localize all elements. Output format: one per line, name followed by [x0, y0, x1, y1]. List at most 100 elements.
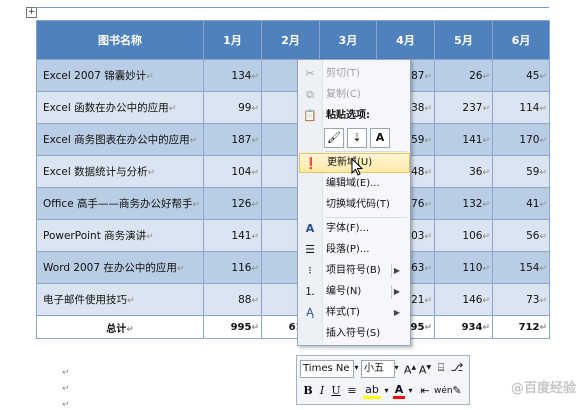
value-cell[interactable]: 132↵ — [434, 187, 493, 220]
menu-item-paragraph[interactable]: ☰ 段落(P)... — [299, 240, 408, 260]
value-cell[interactable]: 26↵ — [434, 59, 493, 92]
font-color-button[interactable]: A — [393, 383, 405, 399]
book-name-cell[interactable]: Excel 2007 锦囊妙计↵ — [36, 59, 204, 92]
highlight-icon[interactable]: ab — [363, 383, 381, 399]
font-name-dropdown-icon[interactable]: ▾ — [353, 360, 360, 376]
value-cell[interactable]: 59↵ — [492, 155, 550, 188]
table-move-handle[interactable]: + — [26, 7, 37, 18]
value-cell[interactable]: 110↵ — [434, 251, 493, 284]
header-cell: 5月 — [434, 20, 493, 60]
style-icon[interactable]: ⎇ — [450, 360, 464, 376]
numbering-icon: ⒈ — [304, 285, 316, 298]
menu-item-copy[interactable]: ⧉ 复制(C) — [299, 85, 408, 105]
value-cell[interactable]: 99↵ — [203, 91, 262, 124]
value-cell[interactable]: 56↵ — [492, 219, 550, 252]
menu-split-divider — [391, 285, 392, 299]
value-cell[interactable]: 126↵ — [203, 187, 262, 220]
paragraph-icon: ☰ — [305, 243, 315, 256]
book-name-cell[interactable]: Excel 函数在办公中的应用↵ — [36, 91, 204, 124]
font-size-dropdown-icon[interactable]: ▾ — [393, 360, 400, 376]
italic-button[interactable]: I — [316, 383, 328, 399]
paste-merge-format-button[interactable]: ⇣ — [347, 128, 367, 148]
clear-format-icon[interactable]: ✎ — [450, 383, 464, 399]
table-row: Word 2007 在办公中的应用↵ 116↵ 63↵ 110↵ 154↵ — [36, 251, 550, 284]
font-size-combo[interactable]: 小五 — [361, 360, 395, 378]
menu-item-edit-field[interactable]: 编辑域(E)... — [299, 174, 408, 194]
book-name-cell[interactable]: Word 2007 在办公中的应用↵ — [36, 251, 204, 284]
menu-item-numbering[interactable]: ⒈ 编号(N) ▶ — [299, 282, 408, 302]
clipboard-icon: 📋 — [303, 109, 317, 122]
menu-item-insert-symbol[interactable]: 插入符号(S) — [299, 324, 408, 344]
header-cell: 2月 — [261, 20, 320, 60]
menu-separator — [325, 151, 407, 152]
book-name-cell[interactable]: Excel 商务图表在办公中的应用↵ — [36, 123, 204, 156]
font-color-dropdown-icon[interactable]: ▾ — [407, 383, 414, 399]
submenu-arrow-icon[interactable]: ▶ — [394, 282, 400, 302]
page-top-border — [36, 7, 549, 8]
menu-item-toggle-field-codes[interactable]: 切换域代码(T) — [299, 195, 408, 215]
scissors-icon: ✂ — [305, 67, 315, 80]
grow-font-icon[interactable]: A▲ — [403, 360, 417, 377]
book-name-cell[interactable]: 电子邮件使用技巧↵ — [36, 283, 204, 316]
center-align-icon[interactable]: ≡ — [345, 383, 359, 399]
value-cell[interactable]: 237↵ — [434, 91, 493, 124]
decrease-indent-icon[interactable]: ⇤ — [418, 383, 432, 399]
total-row: 总计↵ 995↵ 610↵ 755↵ 595↵ 934↵ 712↵ — [36, 315, 550, 339]
submenu-arrow-icon[interactable]: ▶ — [394, 261, 400, 281]
underline-button[interactable]: U — [330, 383, 342, 399]
value-cell[interactable]: 114↵ — [492, 91, 550, 124]
header-row: 图书名称 1月 2月 3月 4月 5月 6月 — [36, 20, 550, 60]
value-cell[interactable]: 88↵ — [203, 283, 262, 316]
value-cell[interactable]: 104↵ — [203, 155, 262, 188]
format-painter-icon[interactable]: ⌸ — [434, 360, 448, 376]
table-row: Excel 数据统计与分析↵ 104↵ 48↵ 36↵ 59↵ — [36, 155, 550, 188]
table-row: Office 高手——商务办公好帮手↵ 126↵ 76↵ 132↵ 41↵ — [36, 187, 550, 220]
menu-split-divider — [391, 264, 392, 278]
bold-button[interactable]: B — [302, 383, 314, 399]
header-cell: 1月 — [203, 20, 262, 60]
menu-item-cut[interactable]: ✂ 剪切(T) — [299, 64, 408, 84]
book-name-cell[interactable]: Office 高手——商务办公好帮手↵ — [36, 187, 204, 220]
menu-item-bullets[interactable]: ⁝ 项目符号(B) ▶ — [299, 261, 408, 281]
paste-keep-format-button[interactable]: 🖌 — [324, 128, 344, 148]
shrink-font-icon[interactable]: A▼ — [418, 360, 432, 377]
menu-item-font[interactable]: A 字体(F)... — [299, 219, 408, 239]
value-cell[interactable]: 170↵ — [492, 123, 550, 156]
value-cell[interactable]: 73↵ — [492, 283, 550, 316]
book-name-cell[interactable]: PowerPoint 商务演讲↵ — [36, 219, 204, 252]
copy-icon: ⧉ — [306, 88, 314, 101]
value-cell[interactable]: 134↵ — [203, 59, 262, 92]
value-cell[interactable]: 187↵ — [203, 123, 262, 156]
paragraph-mark: ↵ — [62, 384, 70, 394]
total-cell[interactable]: 934↵ — [434, 315, 493, 339]
total-label-cell[interactable]: 总计↵ — [36, 315, 204, 339]
value-cell[interactable]: 106↵ — [434, 219, 493, 252]
value-cell[interactable]: 36↵ — [434, 155, 493, 188]
highlight-dropdown-icon[interactable]: ▾ — [383, 383, 390, 399]
mouse-cursor-icon — [351, 158, 363, 176]
bullets-icon: ⁝ — [308, 264, 312, 277]
value-cell[interactable]: 146↵ — [434, 283, 493, 316]
header-cell: 6月 — [492, 20, 550, 60]
value-cell[interactable]: 45↵ — [492, 59, 550, 92]
phonetic-guide-icon[interactable]: wén — [434, 383, 453, 399]
book-name-cell[interactable]: Excel 数据统计与分析↵ — [36, 155, 204, 188]
paragraph-mark: ↵ — [62, 368, 70, 378]
header-cell: 图书名称 — [36, 20, 204, 60]
styles-icon: Ą — [306, 306, 314, 319]
header-cell: 3月 — [319, 20, 377, 60]
paste-text-only-button[interactable]: A — [370, 128, 390, 148]
paste-brush-icon: 🖌 — [327, 131, 341, 144]
value-cell[interactable]: 141↵ — [203, 219, 262, 252]
font-name-combo[interactable]: Times Ne — [300, 360, 354, 378]
value-cell[interactable]: 41↵ — [492, 187, 550, 220]
menu-item-styles[interactable]: Ą 样式(T) ▶ — [299, 303, 408, 323]
value-cell[interactable]: 154↵ — [492, 251, 550, 284]
mini-toolbar: Times Ne ▾ 小五 ▾ A▲ A▼ ⌸ ⎇ B I U ≡ ab ▾ A… — [296, 355, 470, 405]
value-cell[interactable]: 141↵ — [434, 123, 493, 156]
paste-merge-icon: ⇣ — [352, 131, 362, 144]
total-cell[interactable]: 712↵ — [492, 315, 550, 339]
value-cell[interactable]: 116↵ — [203, 251, 262, 284]
header-cell: 4月 — [376, 20, 435, 60]
total-cell[interactable]: 995↵ — [203, 315, 262, 339]
